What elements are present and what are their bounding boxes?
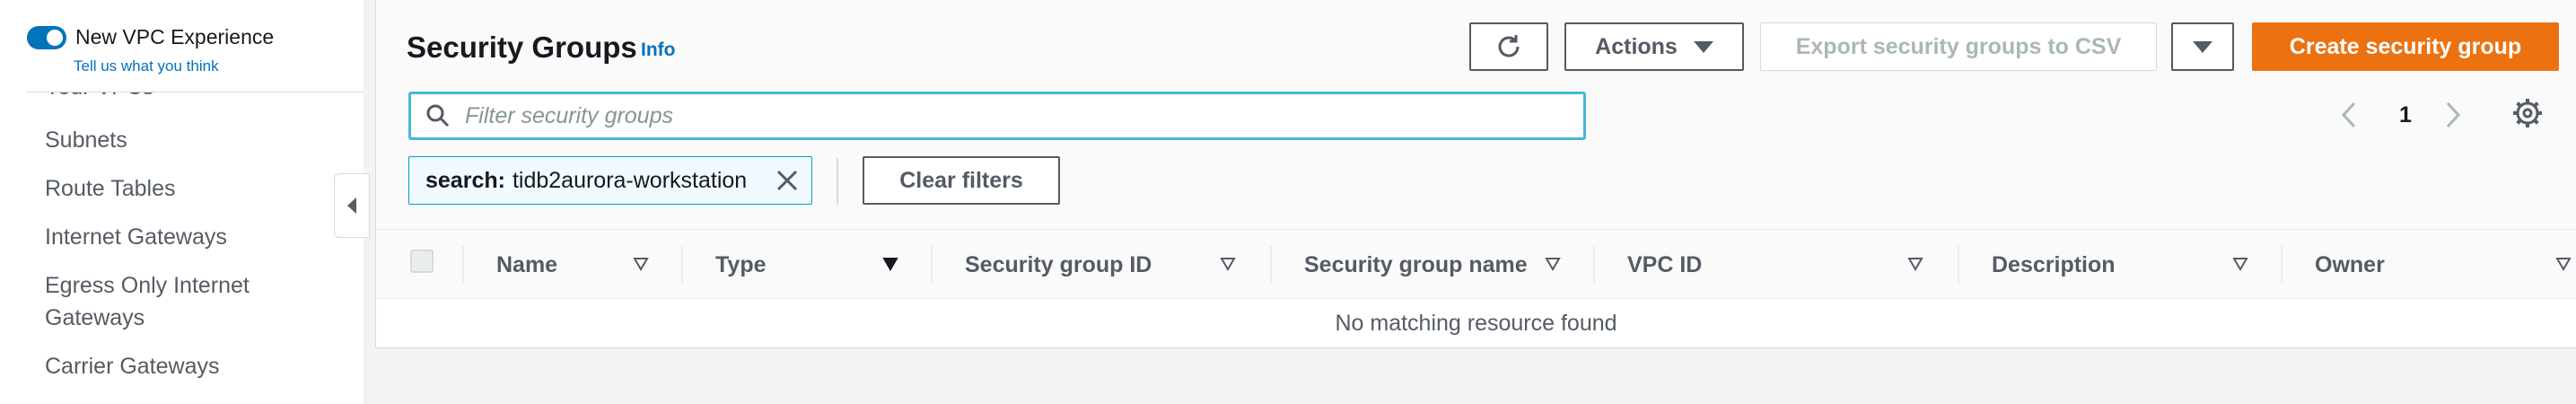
column-separator <box>462 246 464 284</box>
column-separator <box>1270 246 1272 284</box>
sort-icon[interactable] <box>1545 257 1561 271</box>
select-all-checkbox[interactable] <box>410 250 434 273</box>
new-vpc-experience-toggle-row: New VPC Experience <box>27 25 274 49</box>
search-icon <box>426 104 450 127</box>
filter-token-value: tidb2aurora-workstation <box>512 167 748 193</box>
column-separator <box>1958 246 1959 284</box>
sort-icon[interactable] <box>2232 257 2248 271</box>
new-vpc-experience-toggle[interactable] <box>27 25 66 49</box>
info-link[interactable]: Info <box>641 40 675 61</box>
sort-icon[interactable] <box>1220 257 1236 271</box>
toggle-knob <box>47 29 63 46</box>
column-header-owner[interactable]: Owner <box>2315 230 2385 300</box>
caret-down-icon <box>2193 40 2212 53</box>
clear-filters-button[interactable]: Clear filters <box>863 156 1060 205</box>
chevron-left-icon <box>2341 101 2356 128</box>
sort-icon[interactable] <box>1907 257 1923 271</box>
sidebar-collapse-button[interactable] <box>334 173 370 238</box>
search-input[interactable] <box>465 102 1583 129</box>
previous-page-button[interactable] <box>2340 99 2358 131</box>
column-header-type[interactable]: Type <box>715 230 767 300</box>
sidebar-item-your-vpcs[interactable]: Your VPCs <box>45 92 314 107</box>
caret-down-icon <box>1693 40 1713 53</box>
export-csv-button[interactable]: Export security groups to CSV <box>1760 22 2157 71</box>
filter-divider <box>837 158 838 205</box>
actions-label: Actions <box>1595 33 1678 59</box>
search-icon-wrap <box>411 103 465 128</box>
gear-icon <box>2513 99 2542 127</box>
search-field[interactable] <box>408 92 1586 140</box>
column-separator <box>1593 246 1595 284</box>
column-label: Name <box>496 251 558 277</box>
sidebar-item-egress-only-internet-gateways[interactable]: Egress Only Internet Gateways <box>45 269 314 334</box>
column-header-security-group-name[interactable]: Security group name <box>1304 230 1528 300</box>
column-label: Security group ID <box>965 251 1152 277</box>
column-header-name[interactable]: Name <box>496 230 557 300</box>
sort-icon[interactable] <box>633 257 649 271</box>
toggle-label: New VPC Experience <box>75 25 275 48</box>
column-header-description[interactable]: Description <box>1992 230 2116 300</box>
filter-token: search: tidb2aurora-workstation <box>408 156 812 205</box>
sort-descending-icon[interactable] <box>882 257 898 271</box>
refresh-icon <box>1498 35 1520 57</box>
export-menu-button[interactable] <box>2171 22 2234 71</box>
caret-left-icon <box>347 198 356 214</box>
empty-state-message: No matching resource found <box>1335 310 1617 336</box>
sidebar-item-label: Your VPCs <box>45 92 153 101</box>
sort-icon[interactable] <box>2555 257 2572 271</box>
create-security-group-button[interactable]: Create security group <box>2252 22 2559 71</box>
export-label: Export security groups to CSV <box>1795 33 2122 59</box>
table-header: Name Type Security group ID Security gro… <box>376 229 2576 299</box>
column-separator <box>681 246 683 284</box>
actions-button[interactable]: Actions <box>1564 22 1744 71</box>
column-label: Type <box>715 251 767 277</box>
sidebar-item-internet-gateways[interactable]: Internet Gateways <box>45 221 227 253</box>
preferences-button[interactable] <box>2512 98 2543 133</box>
page-number[interactable]: 1 <box>2399 99 2412 131</box>
feedback-link[interactable]: Tell us what you think <box>74 57 219 75</box>
sidebar: New VPC Experience Tell us what you thin… <box>0 0 364 404</box>
create-label: Create security group <box>2289 33 2522 59</box>
column-header-security-group-id[interactable]: Security group ID <box>965 230 1152 300</box>
sidebar-item-route-tables[interactable]: Route Tables <box>45 172 175 205</box>
column-separator <box>2281 246 2282 284</box>
column-label: Owner <box>2315 251 2385 277</box>
page-title: Security Groups <box>407 31 637 64</box>
filter-token-key: search: <box>425 167 505 193</box>
sidebar-item-subnets[interactable]: Subnets <box>45 124 127 156</box>
close-icon <box>776 170 798 191</box>
column-label: Security group name <box>1304 251 1528 277</box>
chevron-right-icon <box>2446 101 2461 128</box>
sidebar-item-carrier-gateways[interactable]: Carrier Gateways <box>45 350 220 382</box>
security-groups-panel: Security Groups Info Actions Export secu… <box>375 0 2576 348</box>
clear-filters-label: Clear filters <box>899 167 1023 193</box>
column-header-vpc-id[interactable]: VPC ID <box>1627 230 1702 300</box>
column-label: VPC ID <box>1627 251 1703 277</box>
refresh-button[interactable] <box>1469 22 1548 71</box>
panel-header: Security Groups Info Actions Export secu… <box>376 0 2576 229</box>
column-separator <box>931 246 933 284</box>
remove-filter-button[interactable] <box>775 169 799 198</box>
column-label: Description <box>1992 251 2116 277</box>
next-page-button[interactable] <box>2444 99 2462 131</box>
